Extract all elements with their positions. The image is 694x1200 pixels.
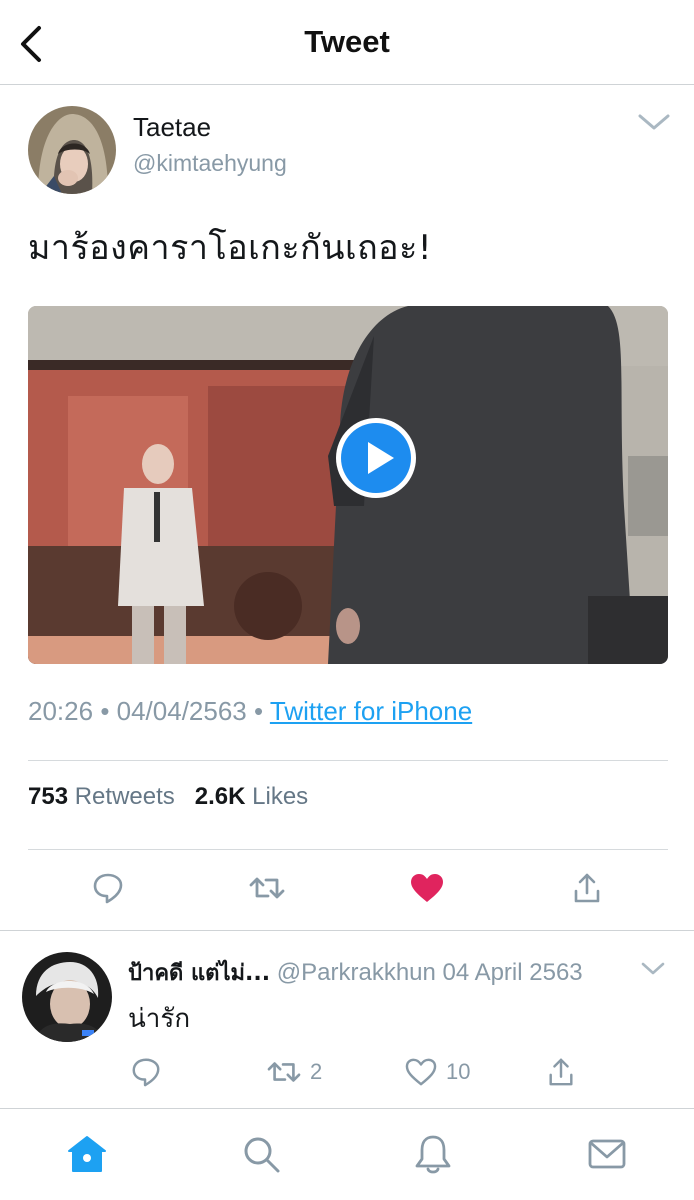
separator-dot: • (100, 696, 117, 726)
reply-icon (132, 1058, 160, 1087)
reply-share-button[interactable] (546, 1052, 576, 1092)
retweet-icon (267, 1062, 301, 1082)
play-button[interactable] (334, 416, 418, 500)
reply-options-button[interactable] (640, 958, 666, 980)
retweet-label[interactable]: Retweets (75, 783, 175, 810)
share-button[interactable] (565, 866, 609, 910)
reply-like-count: 10 (446, 1059, 471, 1084)
tweet-source-link[interactable]: Twitter for iPhone (270, 696, 472, 726)
like-label[interactable]: Likes (252, 783, 308, 810)
tab-bar (0, 1108, 694, 1200)
tab-messages[interactable] (582, 1129, 632, 1179)
reply-author-name[interactable]: ป้าคดี แต่ไม่... (128, 961, 270, 986)
tweet-text: มาร้องคาราโอเกะกันเถอะ! (28, 228, 432, 268)
retweet-button[interactable] (245, 866, 289, 910)
reply-retweet-button[interactable]: 2 (266, 1052, 322, 1092)
tweet-options-button[interactable] (636, 108, 672, 136)
like-count[interactable]: 2.6K (195, 783, 246, 810)
reply-like-button[interactable]: 10 (404, 1052, 470, 1092)
divider (0, 930, 694, 931)
reply-avatar[interactable] (22, 952, 112, 1042)
separator-dot: • (254, 696, 270, 726)
divider (28, 760, 668, 761)
divider (28, 849, 668, 850)
tab-notifications[interactable] (408, 1129, 458, 1179)
reply-text: น่ารัก (128, 1004, 191, 1034)
search-icon (244, 1137, 280, 1173)
reply-header: ป้าคดี แต่ไม่... @Parkrakkhun 04 April 2… (128, 955, 583, 990)
heart-outline-icon (405, 1058, 437, 1086)
reply-button[interactable] (86, 866, 130, 910)
home-icon (68, 1136, 106, 1172)
share-icon (549, 1058, 573, 1086)
tweet-stats: 753 Retweets 2.6K Likes (28, 783, 308, 811)
nav-header: Tweet (0, 0, 694, 85)
notifications-icon (415, 1135, 451, 1174)
avatar[interactable] (28, 106, 116, 194)
page-title: Tweet (304, 24, 390, 59)
tweet-time: 20:26 (28, 696, 94, 726)
messages-icon (588, 1139, 626, 1169)
retweet-count[interactable]: 753 (28, 783, 68, 810)
tab-home[interactable] (62, 1129, 112, 1179)
share-icon (574, 873, 600, 903)
tweet-meta: 20:26 • 04/04/2563 • Twitter for iPhone (28, 696, 472, 727)
author-name[interactable]: Taetae (133, 112, 211, 143)
chevron-down-icon (641, 962, 665, 975)
reply-icon (93, 873, 123, 904)
reply-date: 04 April 2563 (442, 959, 583, 986)
retweet-icon (249, 877, 285, 899)
like-button[interactable] (405, 866, 449, 910)
reply-reply-button[interactable] (130, 1052, 162, 1092)
reply-retweet-count: 2 (310, 1059, 323, 1084)
heart-filled-icon (411, 874, 443, 902)
chevron-down-icon (638, 114, 670, 130)
tab-search[interactable] (236, 1129, 286, 1179)
tweet-date: 04/04/2563 (116, 696, 247, 726)
play-icon (336, 418, 416, 498)
author-handle[interactable]: @kimtaehyung (133, 150, 287, 177)
reply-author-handle[interactable]: @Parkrakkhun (277, 959, 436, 986)
tweet-detail-screen: Tweet Taetae @kimtaehyung มาร้องคาราโอเก… (0, 0, 694, 1200)
